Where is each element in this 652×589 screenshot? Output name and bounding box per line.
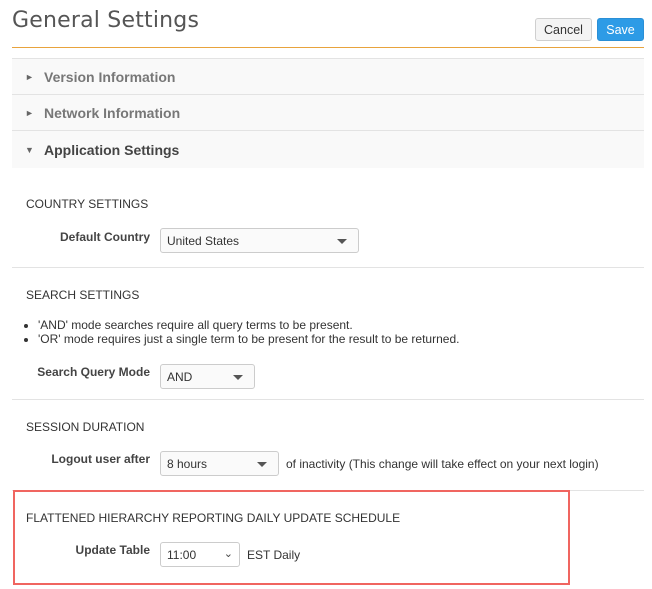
search-query-mode-label: Search Query Mode [37, 365, 150, 379]
select-value: United States [167, 233, 240, 248]
select-value: 11:00 [167, 547, 197, 562]
note-item: 'OR' mode requires just a single term to… [38, 332, 459, 346]
update-table-suffix: EST Daily [247, 548, 301, 562]
accordion-label: Application Settings [44, 141, 180, 158]
section-divider [12, 490, 644, 491]
search-settings-title: SEARCH SETTINGS [26, 288, 140, 302]
triangle-right-icon: ► [25, 71, 34, 82]
caret-down-icon [337, 239, 347, 244]
search-mode-notes: 'AND' mode searches require all query te… [26, 318, 459, 346]
update-table-time-select[interactable]: 11:00 ⌄ [160, 542, 240, 567]
chevron-down-icon: ⌄ [223, 548, 233, 560]
accordion-network-information[interactable]: ► Network Information [12, 94, 644, 130]
select-value: AND [167, 369, 193, 384]
accordion-label: Network Information [44, 104, 181, 121]
caret-down-icon [257, 462, 267, 467]
highlight-annotation-box [13, 490, 570, 585]
note-item: 'AND' mode searches require all query te… [38, 318, 459, 332]
page-header: General Settings Cancel Save [12, 0, 644, 48]
section-divider [12, 267, 644, 268]
default-country-label: Default Country [60, 230, 150, 244]
accordion-application-settings[interactable]: ▼ Application Settings [12, 130, 644, 168]
logout-hint: of inactivity (This change will take eff… [286, 457, 599, 471]
cancel-button[interactable]: Cancel [535, 18, 592, 41]
country-settings-title: COUNTRY SETTINGS [26, 197, 149, 211]
triangle-down-icon: ▼ [25, 144, 34, 155]
settings-accordion: ► Version Information ► Network Informat… [12, 58, 644, 168]
select-value: 8 hours [167, 456, 208, 471]
default-country-select[interactable]: United States [160, 228, 359, 253]
section-divider [12, 399, 644, 400]
search-query-mode-select[interactable]: AND [160, 364, 255, 389]
flattened-hierarchy-title: FLATTENED HIERARCHY REPORTING DAILY UPDA… [26, 511, 401, 525]
caret-down-icon [233, 375, 243, 380]
accordion-label: Version Information [44, 68, 176, 85]
save-button[interactable]: Save [597, 18, 644, 41]
accordion-version-information[interactable]: ► Version Information [12, 58, 644, 94]
session-duration-title: SESSION DURATION [26, 420, 145, 434]
logout-duration-select[interactable]: 8 hours [160, 451, 279, 476]
triangle-right-icon: ► [25, 107, 34, 118]
logout-user-after-label: Logout user after [51, 452, 150, 466]
update-table-label: Update Table [75, 543, 150, 557]
page-title: General Settings [12, 8, 200, 33]
